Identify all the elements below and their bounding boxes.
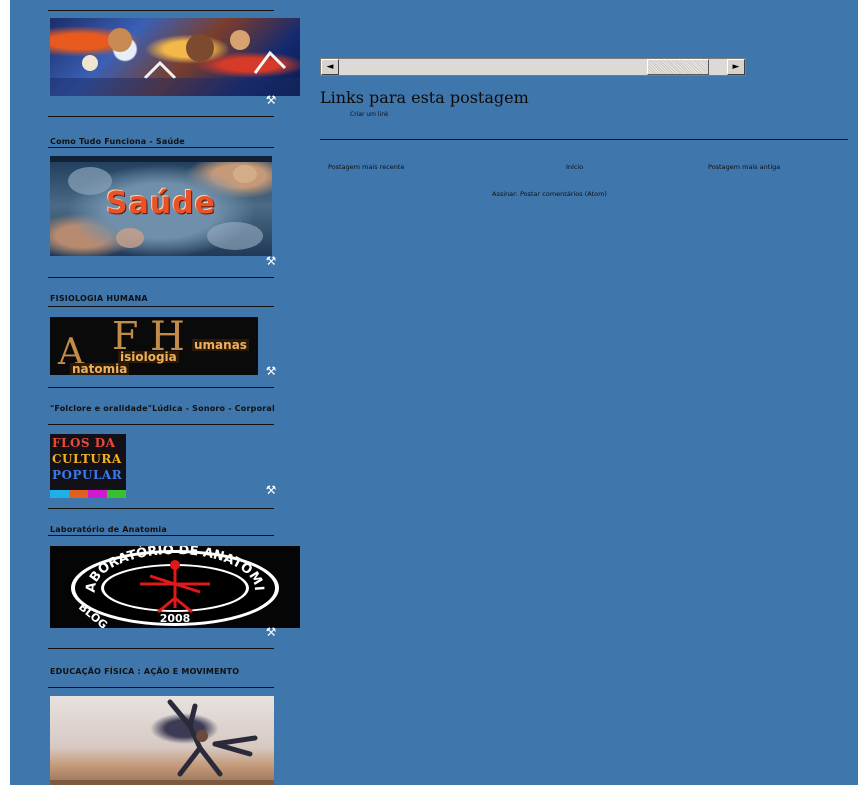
wrench-screwdriver-icon[interactable]: ⚒ — [262, 364, 280, 378]
newer-post-link[interactable]: Postagem mais recente — [328, 163, 404, 171]
wrench-screwdriver-icon[interactable]: ⚒ — [262, 483, 280, 497]
sidebar-divider — [48, 10, 274, 11]
wrench-screwdriver-icon[interactable]: ⚒ — [262, 625, 280, 639]
fisio-word-anatomia: natomia — [70, 362, 130, 375]
lab-ring-year-text: 2008 — [160, 612, 191, 625]
sidebar-divider — [48, 648, 274, 649]
sidebar-divider — [48, 277, 274, 278]
scroll-left-button[interactable]: ◄ — [321, 59, 339, 75]
home-link[interactable]: Início — [566, 163, 583, 171]
sidebar-divider — [48, 687, 274, 688]
folclore-line-3: POPULAR — [52, 468, 123, 482]
window-left-edge — [0, 0, 10, 789]
subscribe-comments-link[interactable]: Assinar: Postar comentários (Atom) — [492, 190, 607, 198]
widget-title-fisiologia: FISIOLOGIA HUMANA — [50, 294, 148, 303]
saude-image[interactable]: Saúde — [50, 156, 272, 256]
saude-image-text: Saúde — [105, 186, 217, 221]
widget-title-saude: Como Tudo Funciona - Saúde — [50, 137, 185, 146]
create-link[interactable]: Criar um link — [350, 111, 389, 118]
wrench-screwdriver-icon[interactable]: ⚒ — [262, 254, 280, 268]
sidebar-divider — [48, 508, 274, 509]
sidebar-divider — [48, 306, 274, 307]
scrollbar-thumb[interactable] — [647, 59, 709, 75]
sidebar-divider — [48, 535, 274, 536]
horizontal-scrollbar[interactable]: ◄ ► — [320, 58, 746, 76]
window-bottom-edge — [0, 785, 866, 789]
scroll-right-button[interactable]: ► — [727, 59, 745, 75]
folclore-image[interactable]: FLOS DA CULTURA POPULAR — [50, 434, 126, 498]
sidebar-divider — [48, 116, 274, 117]
laboratorio-anatomia-image[interactable]: LABORATÓRIO DE ANATOMIA BLOG 2008 — [50, 546, 300, 628]
wrench-screwdriver-icon[interactable]: ⚒ — [262, 93, 280, 107]
folclore-line-2: CULTURA — [52, 452, 122, 466]
links-heading: Links para esta postagem — [320, 88, 529, 107]
fisio-word-humanas: umanas — [192, 338, 249, 352]
sports-collage-image[interactable] — [50, 18, 300, 96]
sidebar-divider — [48, 387, 274, 388]
older-post-link[interactable]: Postagem mais antiga — [708, 163, 780, 171]
window-right-edge — [858, 0, 866, 789]
main-divider — [320, 139, 848, 140]
blog-page: ⚒ Como Tudo Funciona - Saúde Saúde ⚒ FIS… — [10, 0, 858, 789]
sidebar-divider — [48, 424, 274, 425]
widget-title-folclore: "Folclore e oralidade"Lúdica - Sonoro - … — [50, 404, 275, 413]
educacao-fisica-image[interactable] — [50, 696, 274, 789]
widget-title-laboratorio: Laboratório de Anatomia — [50, 525, 167, 534]
fisiologia-image[interactable]: A F H umanas isiologia natomia — [50, 317, 258, 375]
folclore-color-bar — [50, 490, 126, 498]
sidebar: ⚒ Como Tudo Funciona - Saúde Saúde ⚒ FIS… — [48, 0, 308, 789]
fisio-word-fisiologia: isiologia — [118, 350, 179, 364]
widget-title-educacao-fisica: EDUCAÇÃO FÍSICA : AÇÃO E MOVIMENTO — [50, 667, 240, 676]
sidebar-divider — [48, 147, 274, 148]
folclore-line-1: FLOS DA — [52, 436, 116, 450]
